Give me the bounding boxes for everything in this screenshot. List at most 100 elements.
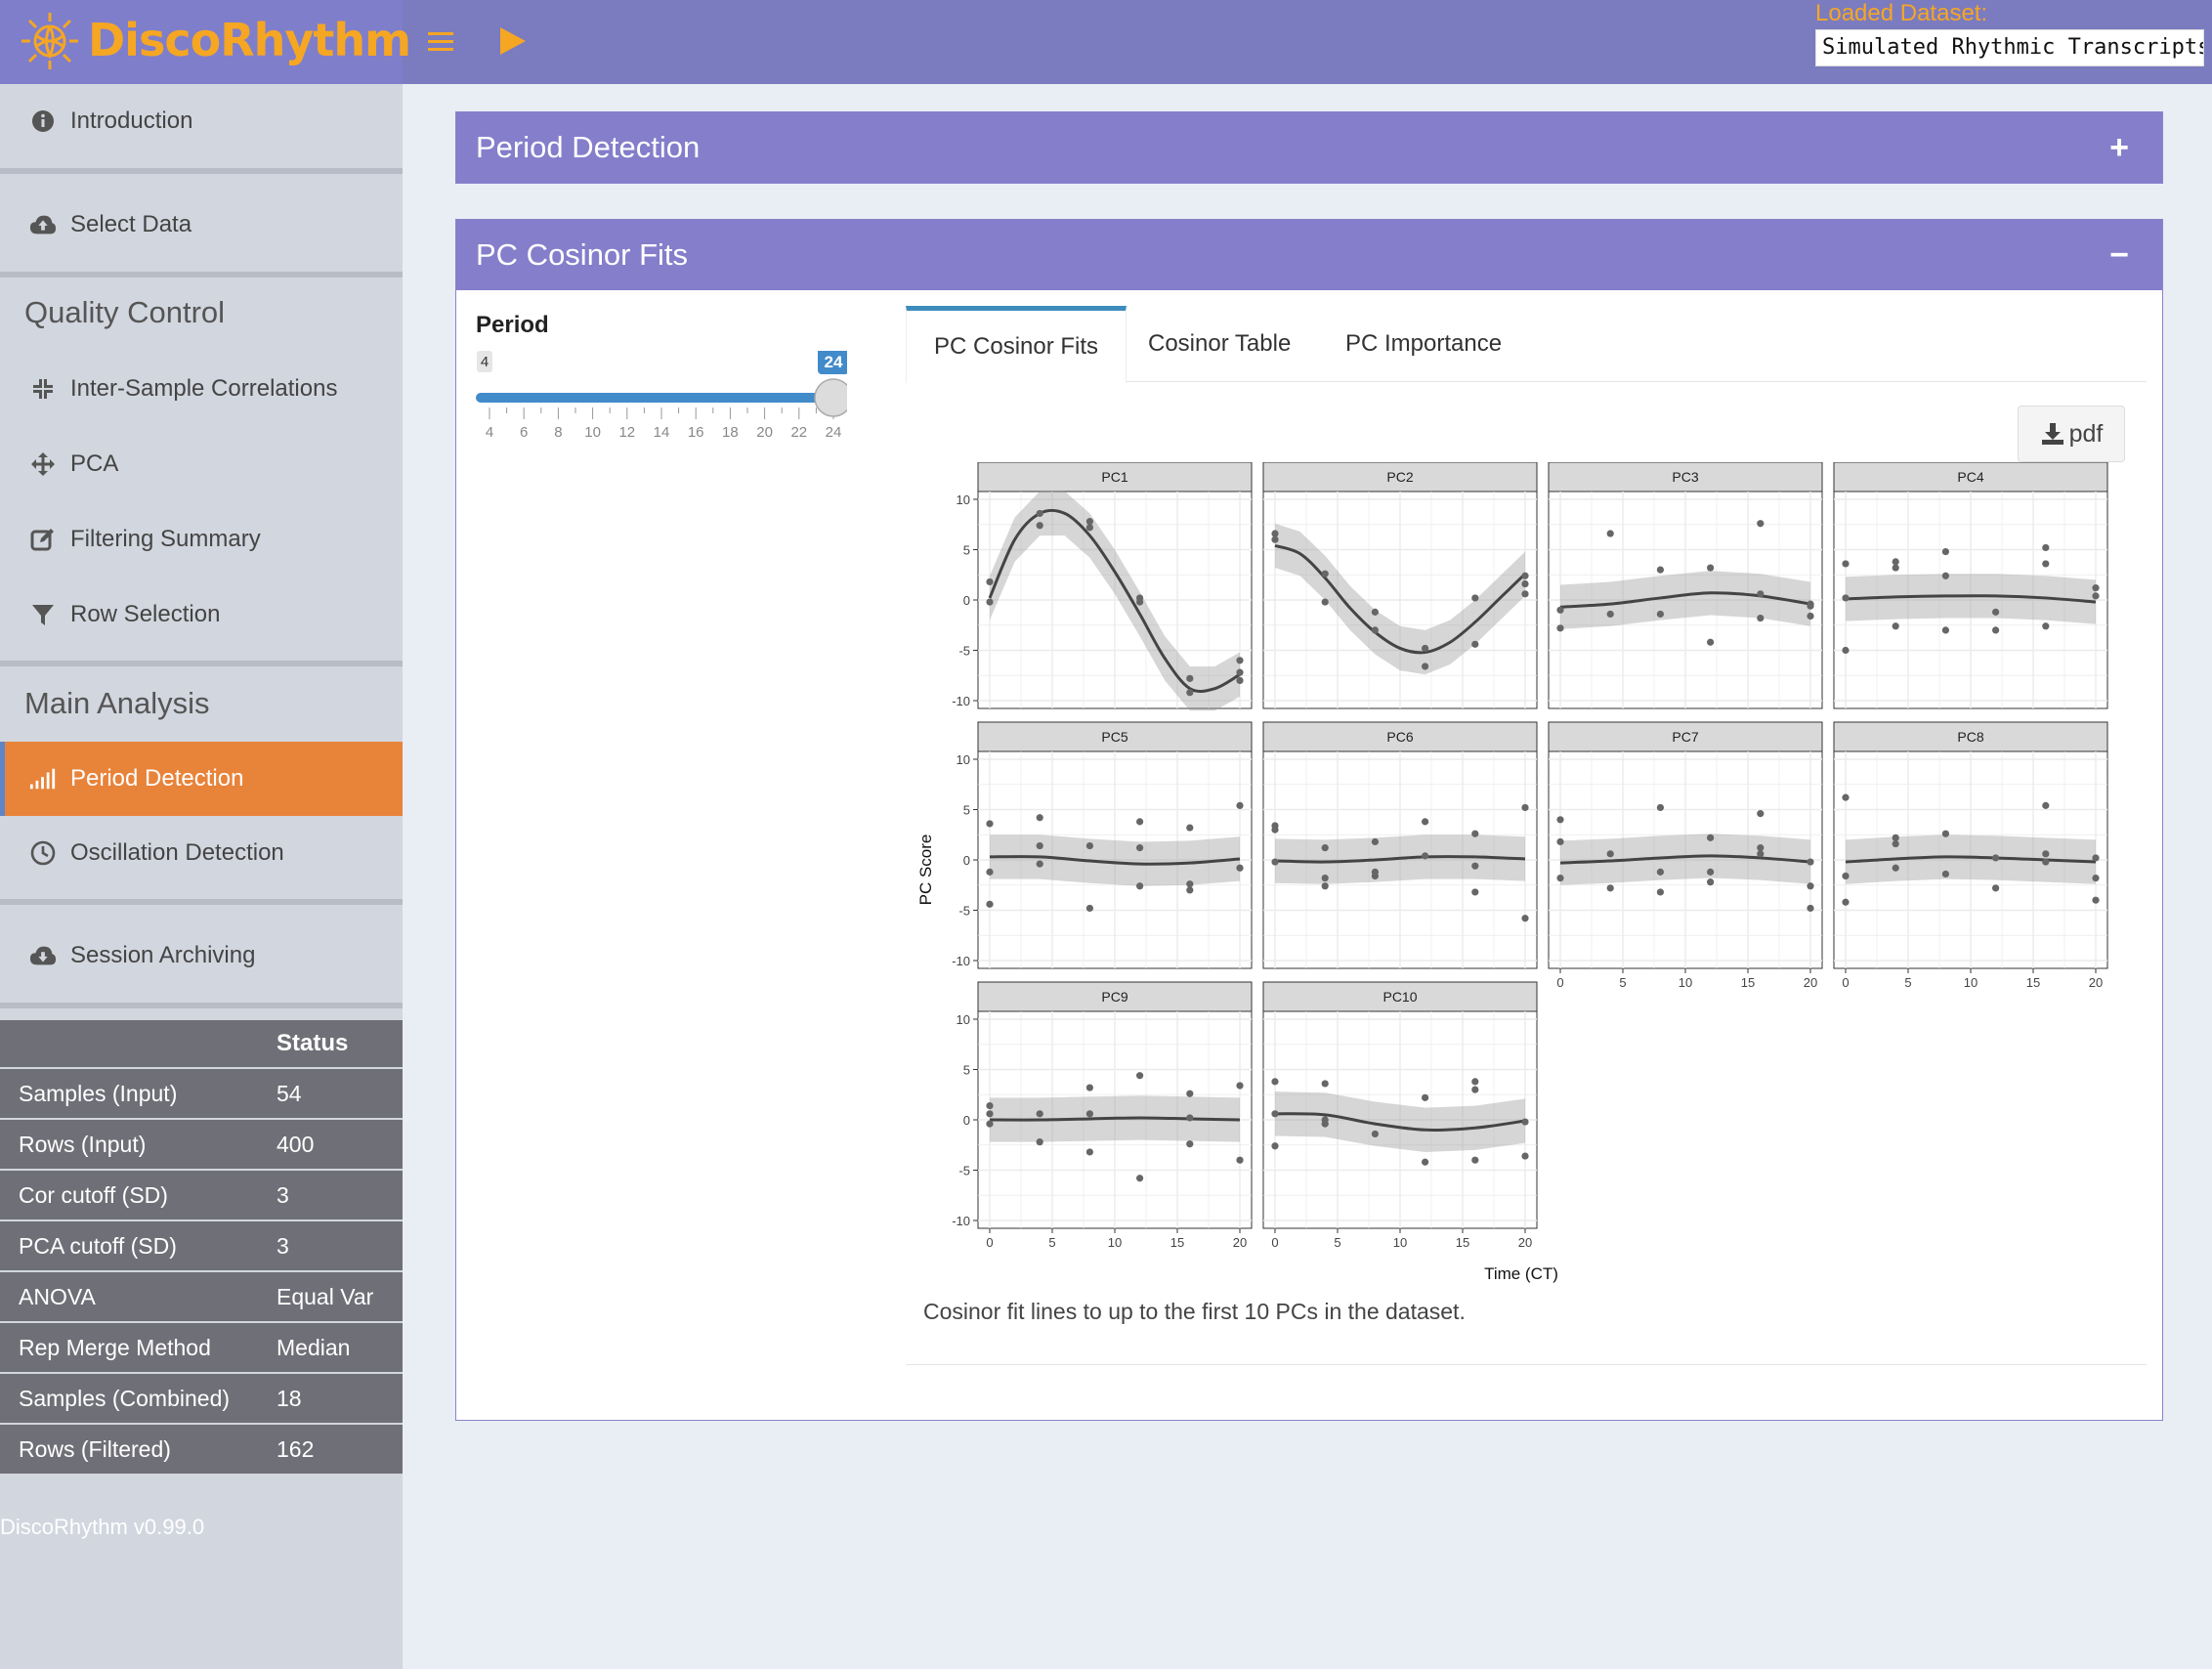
pc-cosinor-plot: PC1 -10 -5 0 5 10 PC2 PC3 PC4 PC5 -10 -5 0 5 10 PC6 PC7 0… bbox=[916, 462, 2108, 1283]
status-row: Rows (Filtered) 162 bbox=[0, 1425, 403, 1476]
data-point bbox=[1471, 888, 1479, 896]
data-point bbox=[1321, 598, 1329, 606]
info-circle-icon bbox=[29, 107, 57, 135]
slider-tick-label: 22 bbox=[790, 424, 807, 441]
data-point bbox=[1992, 884, 2000, 892]
data-point bbox=[1085, 1084, 1093, 1091]
facet-pc1: PC1 -10 -5 0 5 10 bbox=[952, 462, 1253, 711]
data-point bbox=[1036, 860, 1043, 868]
data-point bbox=[986, 900, 994, 908]
data-point bbox=[2092, 854, 2100, 862]
y-tick-label: 5 bbox=[963, 543, 970, 558]
sidebar-item-pca[interactable]: PCA bbox=[0, 427, 403, 501]
data-point bbox=[1842, 793, 1850, 801]
data-point bbox=[1321, 570, 1329, 578]
data-point bbox=[1892, 834, 1899, 841]
version-label: DiscoRhythm v0.99.0 bbox=[0, 1515, 205, 1539]
data-point bbox=[1371, 608, 1379, 616]
sidebar-item-label: PCA bbox=[70, 450, 119, 477]
data-point bbox=[1521, 915, 1529, 922]
x-tick-label: 20 bbox=[1804, 975, 1817, 990]
tab-bar: PC Cosinor Fits Cosinor Table PC Importa… bbox=[906, 306, 2147, 383]
app-logo[interactable]: DiscoRhythm bbox=[0, 0, 411, 84]
expand-button[interactable]: + bbox=[2100, 128, 2139, 167]
data-point bbox=[1556, 837, 1564, 846]
period-slider[interactable]: 4 24 4 6 8 10 12 14 16 18 20 22 24 bbox=[476, 351, 847, 449]
data-point bbox=[1471, 594, 1479, 602]
data-point bbox=[2092, 874, 2100, 882]
data-point bbox=[1136, 818, 1144, 826]
y-tick-label: -10 bbox=[952, 1214, 970, 1228]
data-point bbox=[1036, 509, 1043, 518]
data-point bbox=[1521, 1152, 1529, 1160]
data-point bbox=[1186, 1114, 1194, 1122]
sidebar-item-oscillation-detection[interactable]: Oscillation Detection bbox=[0, 816, 403, 890]
box-title: PC Cosinor Fits bbox=[476, 237, 689, 272]
tab-pc-cosinor-fits[interactable]: PC Cosinor Fits bbox=[906, 306, 1127, 383]
hamburger-icon[interactable] bbox=[424, 25, 457, 59]
facet-pc4: PC4 bbox=[1833, 462, 2108, 709]
filter-icon bbox=[29, 601, 57, 628]
data-point bbox=[1606, 884, 1614, 892]
status-row-label: Rep Merge Method bbox=[19, 1334, 211, 1360]
sidebar-item-filtering-summary[interactable]: Filtering Summary bbox=[0, 502, 403, 577]
data-point bbox=[1757, 810, 1765, 818]
data-point bbox=[1085, 841, 1093, 850]
pc-cosinor-fits-box: PC Cosinor Fits − Period 4 24 4 6 8 10 12 14 16 1… bbox=[455, 219, 2163, 1421]
sidebar-item-session-archiving[interactable]: Session Archiving bbox=[0, 919, 403, 993]
data-point bbox=[1321, 874, 1329, 882]
status-row-value: 400 bbox=[276, 1131, 315, 1157]
y-tick-label: 5 bbox=[963, 1063, 970, 1078]
nav-divider bbox=[0, 661, 403, 666]
status-row: Samples (Combined) 18 bbox=[0, 1374, 403, 1425]
sidebar-item-inter-sample-correlations[interactable]: Inter-Sample Correlations bbox=[0, 352, 403, 426]
data-point bbox=[1606, 530, 1614, 537]
slider-tick-label: 24 bbox=[826, 424, 842, 441]
data-point bbox=[1892, 558, 1899, 566]
status-row-label: Rows (Filtered) bbox=[19, 1435, 171, 1462]
status-row-value: 54 bbox=[276, 1080, 302, 1106]
status-header: Status bbox=[276, 1030, 349, 1056]
data-point bbox=[1707, 564, 1715, 572]
sidebar-item-select-data[interactable]: Select Data bbox=[0, 188, 403, 262]
sidebar-item-introduction[interactable]: Introduction bbox=[0, 84, 403, 158]
download-pdf-button[interactable]: pdf bbox=[2018, 406, 2125, 462]
data-point bbox=[1757, 520, 1765, 528]
status-row-label: Samples (Input) bbox=[19, 1080, 178, 1106]
data-point bbox=[1656, 566, 1664, 574]
sidebar-item-period-detection[interactable]: Period Detection bbox=[0, 742, 403, 816]
data-point bbox=[1371, 872, 1379, 880]
signal-bars-icon bbox=[29, 765, 57, 792]
data-point bbox=[986, 598, 994, 606]
collapse-button[interactable]: − bbox=[2100, 235, 2139, 275]
status-row: PCA cutoff (SD) 3 bbox=[0, 1221, 403, 1272]
data-point bbox=[1556, 816, 1564, 824]
status-rows: Samples (Input) 54 Rows (Input) 400 Cor cuto… bbox=[0, 1069, 403, 1476]
data-point bbox=[2092, 592, 2100, 600]
data-point bbox=[1036, 522, 1043, 530]
data-point bbox=[1941, 547, 1949, 556]
slider-tick-label: 6 bbox=[520, 424, 528, 441]
status-row-label: ANOVA bbox=[19, 1283, 96, 1309]
data-point bbox=[1807, 882, 1814, 890]
data-point bbox=[1807, 600, 1814, 608]
sidebar-item-row-selection[interactable]: Row Selection bbox=[0, 578, 403, 652]
slider-handle[interactable] bbox=[814, 378, 847, 417]
tab-pc-importance[interactable]: PC Importance bbox=[1318, 306, 1529, 382]
sidebar-item-label: Introduction bbox=[70, 107, 193, 134]
data-point bbox=[986, 820, 994, 828]
data-point bbox=[1236, 864, 1244, 872]
slider-tick-label: 18 bbox=[722, 424, 739, 441]
box-body: Period 4 24 4 6 8 10 12 14 16 18 20 22 24 PC Cosinor… bbox=[456, 290, 2162, 1420]
x-axis-title: Time (CT) bbox=[1484, 1264, 1558, 1283]
data-point bbox=[1656, 888, 1664, 896]
play-icon[interactable] bbox=[494, 23, 530, 59]
data-point bbox=[1271, 1078, 1279, 1086]
tab-cosinor-table[interactable]: Cosinor Table bbox=[1121, 306, 1318, 382]
x-tick-label: 15 bbox=[1741, 975, 1755, 990]
data-point bbox=[1656, 803, 1664, 812]
data-point bbox=[1085, 1110, 1093, 1118]
status-row: Samples (Input) 54 bbox=[0, 1069, 403, 1120]
status-table-header: Status bbox=[0, 1020, 403, 1069]
data-point bbox=[1842, 872, 1850, 880]
